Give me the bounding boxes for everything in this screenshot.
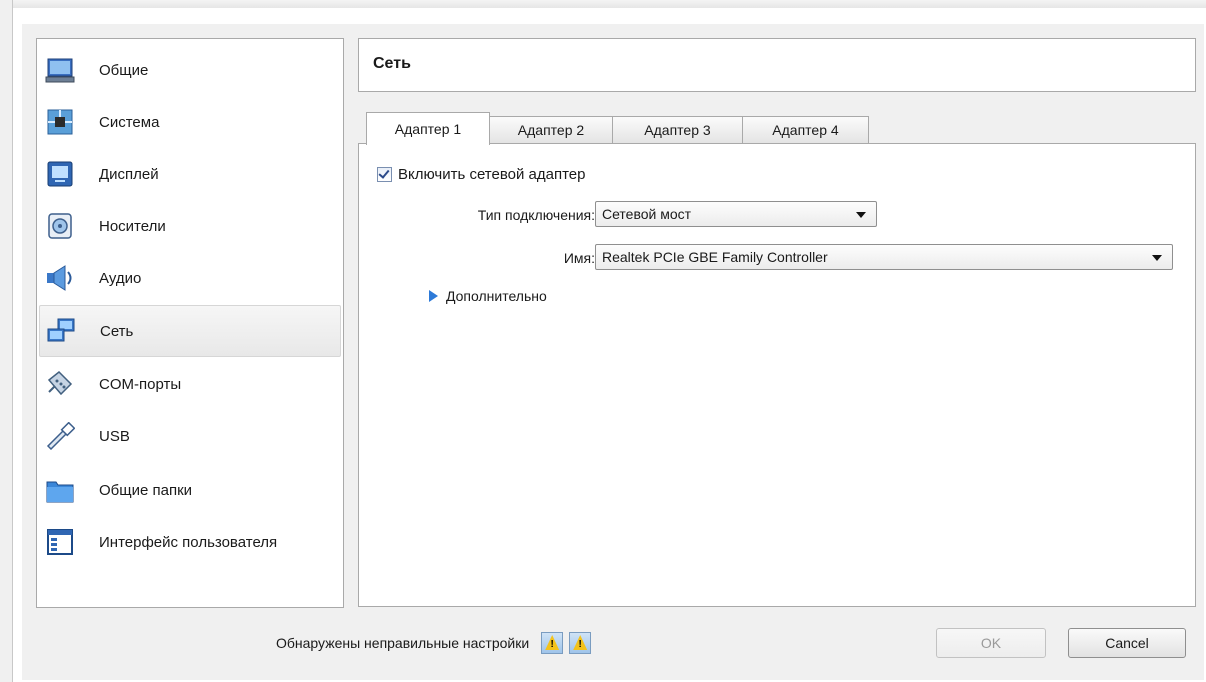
sidebar-item-label: COM-порты bbox=[99, 375, 182, 393]
connection-type-select[interactable]: Сетевой мост bbox=[595, 201, 877, 227]
ok-button[interactable]: OK bbox=[936, 628, 1046, 658]
sidebar-item-display[interactable]: Дисплей bbox=[39, 149, 339, 199]
display-icon bbox=[45, 159, 75, 189]
warning-text: Обнаружены неправильные настройки bbox=[276, 635, 530, 651]
sidebar-item-system[interactable]: Система bbox=[39, 97, 339, 147]
settings-dialog: Общие Система Дисплей Носители Аудио Сет… bbox=[22, 24, 1204, 680]
sidebar-item-label: Дисплей bbox=[99, 165, 159, 183]
chevron-down-icon bbox=[1152, 255, 1162, 261]
warning-details-icon[interactable] bbox=[569, 632, 592, 654]
adapter-panel: Включить сетевой адаптер Тип подключения… bbox=[358, 143, 1196, 607]
system-icon bbox=[45, 107, 75, 137]
page-title: Сеть bbox=[373, 55, 411, 72]
tab-adapter-2[interactable]: Адаптер 2 bbox=[489, 116, 613, 143]
expand-arrow-icon bbox=[429, 290, 438, 302]
connection-type-value: Сетевой мост bbox=[602, 206, 692, 222]
sidebar-item-shared-folders[interactable]: Общие папки bbox=[39, 465, 339, 515]
adapter-name-label: Имя: bbox=[563, 250, 595, 266]
serial-port-icon bbox=[45, 369, 75, 399]
invalid-settings-warning: Обнаружены неправильные настройки bbox=[276, 632, 592, 654]
tab-adapter-3[interactable]: Адаптер 3 bbox=[612, 116, 743, 143]
sidebar-item-label: Сеть bbox=[100, 322, 134, 340]
window-left-edge bbox=[0, 0, 13, 682]
usb-icon bbox=[45, 421, 75, 451]
advanced-label: Дополнительно bbox=[446, 288, 547, 304]
sidebar-item-label: Интерфейс пользователя bbox=[99, 533, 278, 551]
shared-folders-icon bbox=[45, 475, 75, 505]
sidebar-item-label: Система bbox=[99, 113, 160, 131]
enable-adapter-checkbox[interactable] bbox=[377, 167, 392, 182]
settings-window: Общие Система Дисплей Носители Аудио Сет… bbox=[0, 0, 1206, 682]
audio-icon bbox=[45, 263, 75, 293]
network-icon bbox=[46, 316, 76, 346]
storage-icon bbox=[45, 211, 75, 241]
sidebar-item-label: Аудио bbox=[99, 269, 142, 287]
warning-icon[interactable] bbox=[541, 632, 564, 654]
adapter-name-select[interactable]: Realtek PCIe GBE Family Controller bbox=[595, 244, 1173, 270]
enable-adapter-row[interactable]: Включить сетевой адаптер bbox=[377, 166, 585, 183]
general-icon bbox=[45, 55, 75, 85]
sidebar-item-usb[interactable]: USB bbox=[39, 411, 339, 461]
sidebar-item-audio[interactable]: Аудио bbox=[39, 253, 339, 303]
window-top-strip bbox=[0, 0, 1206, 8]
sidebar-item-label: Носители bbox=[99, 217, 166, 235]
chevron-down-icon bbox=[856, 212, 866, 218]
sidebar-item-storage[interactable]: Носители bbox=[39, 201, 339, 251]
enable-adapter-label: Включить сетевой адаптер bbox=[398, 166, 586, 183]
user-interface-icon bbox=[45, 527, 75, 557]
advanced-expander[interactable]: Дополнительно bbox=[429, 288, 547, 304]
page-header: Сеть bbox=[358, 38, 1196, 92]
tab-adapter-1[interactable]: Адаптер 1 bbox=[366, 112, 490, 145]
category-list: Общие Система Дисплей Носители Аудио Сет… bbox=[36, 38, 344, 608]
connection-type-label: Тип подключения: bbox=[477, 207, 595, 223]
adapter-name-value: Realtek PCIe GBE Family Controller bbox=[602, 249, 828, 265]
sidebar-item-label: Общие bbox=[99, 61, 149, 79]
sidebar-item-general[interactable]: Общие bbox=[39, 45, 339, 95]
cancel-button[interactable]: Cancel bbox=[1068, 628, 1186, 658]
sidebar-item-network[interactable]: Сеть bbox=[39, 305, 341, 357]
sidebar-item-serial-ports[interactable]: COM-порты bbox=[39, 359, 339, 409]
sidebar-item-label: Общие папки bbox=[99, 481, 193, 499]
tab-adapter-4[interactable]: Адаптер 4 bbox=[742, 116, 869, 143]
sidebar-item-label: USB bbox=[99, 427, 130, 445]
sidebar-item-user-interface[interactable]: Интерфейс пользователя bbox=[39, 517, 339, 567]
